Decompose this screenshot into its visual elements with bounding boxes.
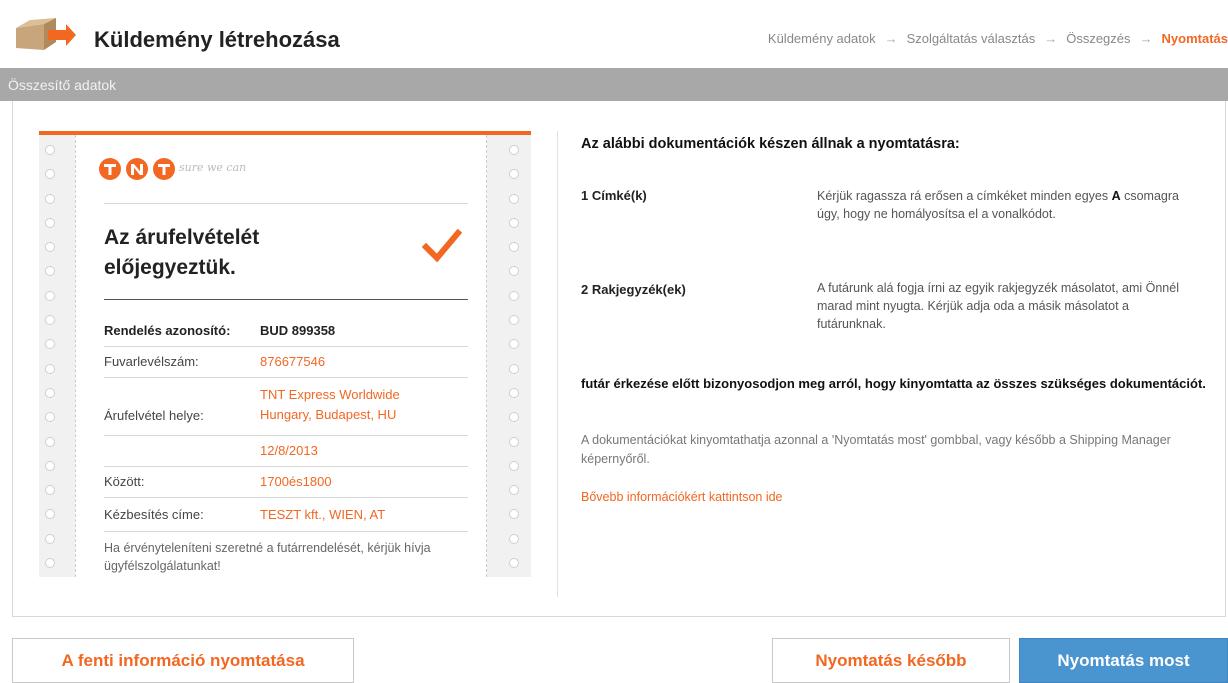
perforation-left xyxy=(45,145,61,582)
divider xyxy=(104,497,468,498)
order-id-label: Rendelés azonosító: xyxy=(104,323,231,338)
perforation-hole xyxy=(45,217,55,228)
perforation-hole xyxy=(509,558,519,569)
pickup-label: Árufelvétel helye: xyxy=(104,408,204,423)
arrow-right-icon: → xyxy=(1044,31,1058,46)
perforation-hole xyxy=(45,266,55,277)
column-divider xyxy=(557,131,558,597)
breadcrumb: Küldemény adatok → Szolgáltatás választás →… xyxy=(768,31,1228,46)
divider xyxy=(104,377,468,378)
perforation-hole xyxy=(509,363,519,374)
print-later-button[interactable]: Nyomtatás később xyxy=(772,638,1010,683)
pickup-row: Árufelvétel helye: TNT Express Worldwide… xyxy=(104,387,468,429)
section-header: Összesítő adatok xyxy=(0,68,1228,101)
perforation-hole xyxy=(509,266,519,277)
perforation-hole xyxy=(45,533,55,544)
perforation-hole xyxy=(509,315,519,326)
divider xyxy=(104,435,468,436)
section-title: Összesítő adatok xyxy=(8,77,117,93)
print-now-button[interactable]: Nyomtatás most xyxy=(1019,638,1228,683)
perforation-hole xyxy=(509,485,519,496)
perforation-hole xyxy=(45,436,55,447)
confirmation-title: Az árufelvételét előjegyeztük. xyxy=(104,226,260,279)
perforation-hole xyxy=(45,339,55,350)
summary-panel: sure we can Az árufelvételét előjegyeztü… xyxy=(12,101,1226,617)
order-id-value: BUD 899358 xyxy=(260,323,336,338)
perforation-hole xyxy=(45,558,55,569)
page-header: Küldemény létrehozása Küldemény adatok → S… xyxy=(0,0,1228,68)
ticket-content: sure we can Az árufelvételét előjegyeztü… xyxy=(75,135,487,577)
breadcrumb-step-summary[interactable]: Összegzés xyxy=(1066,31,1130,46)
time-window-value: 1700és1800 xyxy=(260,474,332,489)
tnt-logo-icon xyxy=(99,158,175,180)
perforation-hole xyxy=(45,412,55,423)
perforation-hole xyxy=(509,145,519,155)
perforation-hole xyxy=(45,169,55,180)
pickup-ticket: sure we can Az árufelvételét előjegyeztü… xyxy=(39,131,531,577)
perforation-hole xyxy=(509,387,519,398)
perforation-hole xyxy=(509,217,519,228)
waybill-label: Fuvarlevélszám: xyxy=(104,354,199,369)
print-info-button[interactable]: A fenti információ nyomtatása xyxy=(12,638,354,683)
perforation-hole xyxy=(45,145,55,155)
perforation-hole xyxy=(509,436,519,447)
arrow-right-icon: → xyxy=(1139,31,1153,46)
breadcrumb-step-details[interactable]: Küldemény adatok xyxy=(768,31,876,46)
doc-labels-description: Kérjük ragassza rá erősen a címkéket min… xyxy=(817,189,1179,221)
checkmark-icon xyxy=(422,229,462,263)
perforation-hole xyxy=(45,387,55,398)
perforation-hole xyxy=(509,339,519,350)
perforation-hole xyxy=(45,290,55,301)
documents-heading: Az alábbi dokumentációk készen állnak a … xyxy=(581,136,960,152)
perforation-hole xyxy=(509,242,519,253)
perforation-hole xyxy=(509,169,519,180)
pickup-date-value: 12/8/2013 xyxy=(260,443,318,458)
shipment-box-icon xyxy=(14,18,76,52)
perforation-hole xyxy=(45,193,55,204)
doc-labels-name: 1 Címké(k) xyxy=(581,188,647,203)
perforation-hole xyxy=(509,193,519,204)
breadcrumb-step-service[interactable]: Szolgáltatás választás xyxy=(907,31,1036,46)
perforation-hole xyxy=(45,315,55,326)
breadcrumb-step-print: Nyomtatás xyxy=(1161,31,1228,46)
perforation-hole xyxy=(509,509,519,520)
divider xyxy=(104,466,468,467)
page-title: Küldemény létrehozása xyxy=(94,27,340,52)
doc-manifest-description: A futárunk alá fogja írni az egyik rakje… xyxy=(817,281,1179,331)
print-warning: futár érkezése előtt bizonyosodjon meg a… xyxy=(581,376,1206,391)
delivery-label: Kézbesítés címe: xyxy=(104,507,204,522)
arrow-right-icon: → xyxy=(884,31,898,46)
cancel-note: Ha érvényteleníteni szeretné a futárrend… xyxy=(104,541,431,573)
print-info-text: A dokumentációkat kinyomtathatja azonnal… xyxy=(581,433,1171,466)
time-window-label: Között: xyxy=(104,474,145,489)
perforation-hole xyxy=(45,485,55,496)
divider xyxy=(104,531,468,532)
perforation-hole xyxy=(45,509,55,520)
pickup-address-line1: TNT Express Worldwide xyxy=(260,387,400,402)
perforation-hole xyxy=(509,412,519,423)
perforation-right xyxy=(509,145,525,582)
doc-manifest-name: 2 Rakjegyzék(ek) xyxy=(581,282,686,297)
perforation-hole xyxy=(45,242,55,253)
pickup-address-line2: Hungary, Budapest, HU xyxy=(260,407,397,422)
perforation-hole xyxy=(509,290,519,301)
perforation-hole xyxy=(509,460,519,471)
delivery-value: TESZT kft., WIEN, AT xyxy=(260,507,386,522)
more-info-link[interactable]: Bővebb információkért kattintson ide xyxy=(581,490,783,504)
perforation-hole xyxy=(509,533,519,544)
brand-tagline: sure we can xyxy=(179,161,247,174)
divider xyxy=(104,299,468,300)
divider xyxy=(104,203,468,204)
perforation-hole xyxy=(45,460,55,471)
divider xyxy=(104,346,468,347)
waybill-value: 876677546 xyxy=(260,354,326,369)
perforation-hole xyxy=(45,363,55,374)
